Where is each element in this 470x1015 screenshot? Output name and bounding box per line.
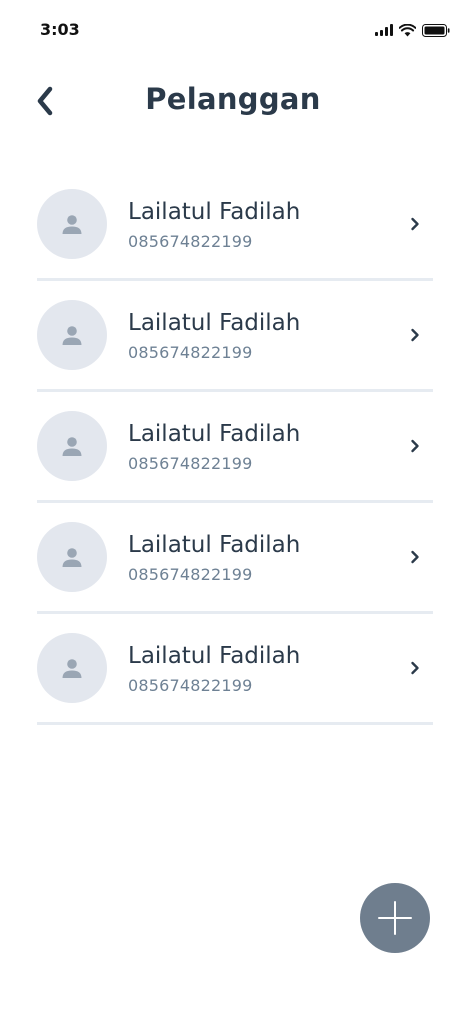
page-title: Pelanggan xyxy=(145,82,321,116)
customer-list-item[interactable]: Lailatul Fadilah 085674822199 xyxy=(37,503,433,614)
customer-name: Lailatul Fadilah xyxy=(128,310,301,336)
user-icon xyxy=(62,326,82,345)
customer-list: Lailatul Fadilah 085674822199 Lailatul F… xyxy=(37,170,433,725)
battery-icon xyxy=(422,23,450,37)
signal-icon xyxy=(375,24,393,36)
chevron-right-icon xyxy=(407,436,423,456)
chevron-right-icon xyxy=(407,547,423,567)
header: Pelanggan xyxy=(0,70,470,134)
chevron-right-icon xyxy=(407,325,423,345)
customer-name: Lailatul Fadilah xyxy=(128,532,301,558)
user-icon xyxy=(62,215,82,234)
wifi-icon xyxy=(399,23,416,37)
user-icon xyxy=(62,437,82,456)
customer-phone: 085674822199 xyxy=(128,232,253,251)
customer-phone: 085674822199 xyxy=(128,565,253,584)
customer-list-item[interactable]: Lailatul Fadilah 085674822199 xyxy=(37,392,433,503)
status-icons xyxy=(375,22,450,38)
customer-phone: 085674822199 xyxy=(128,343,253,362)
avatar xyxy=(37,633,107,703)
customer-phone: 085674822199 xyxy=(128,676,253,695)
avatar xyxy=(37,300,107,370)
status-bar: 3:03 xyxy=(0,0,470,60)
add-customer-button[interactable] xyxy=(360,883,430,953)
avatar xyxy=(37,189,107,259)
customer-list-item[interactable]: Lailatul Fadilah 085674822199 xyxy=(37,170,433,281)
avatar xyxy=(37,522,107,592)
user-icon xyxy=(62,548,82,567)
chevron-right-icon xyxy=(407,214,423,234)
chevron-right-icon xyxy=(407,658,423,678)
avatar xyxy=(37,411,107,481)
customer-list-item[interactable]: Lailatul Fadilah 085674822199 xyxy=(37,281,433,392)
customer-name: Lailatul Fadilah xyxy=(128,421,301,447)
customer-name: Lailatul Fadilah xyxy=(128,199,301,225)
user-icon xyxy=(62,659,82,678)
status-time: 3:03 xyxy=(40,20,80,39)
customer-phone: 085674822199 xyxy=(128,454,253,473)
customer-name: Lailatul Fadilah xyxy=(128,643,301,669)
customer-list-item[interactable]: Lailatul Fadilah 085674822199 xyxy=(37,614,433,725)
plus-icon xyxy=(378,901,412,935)
